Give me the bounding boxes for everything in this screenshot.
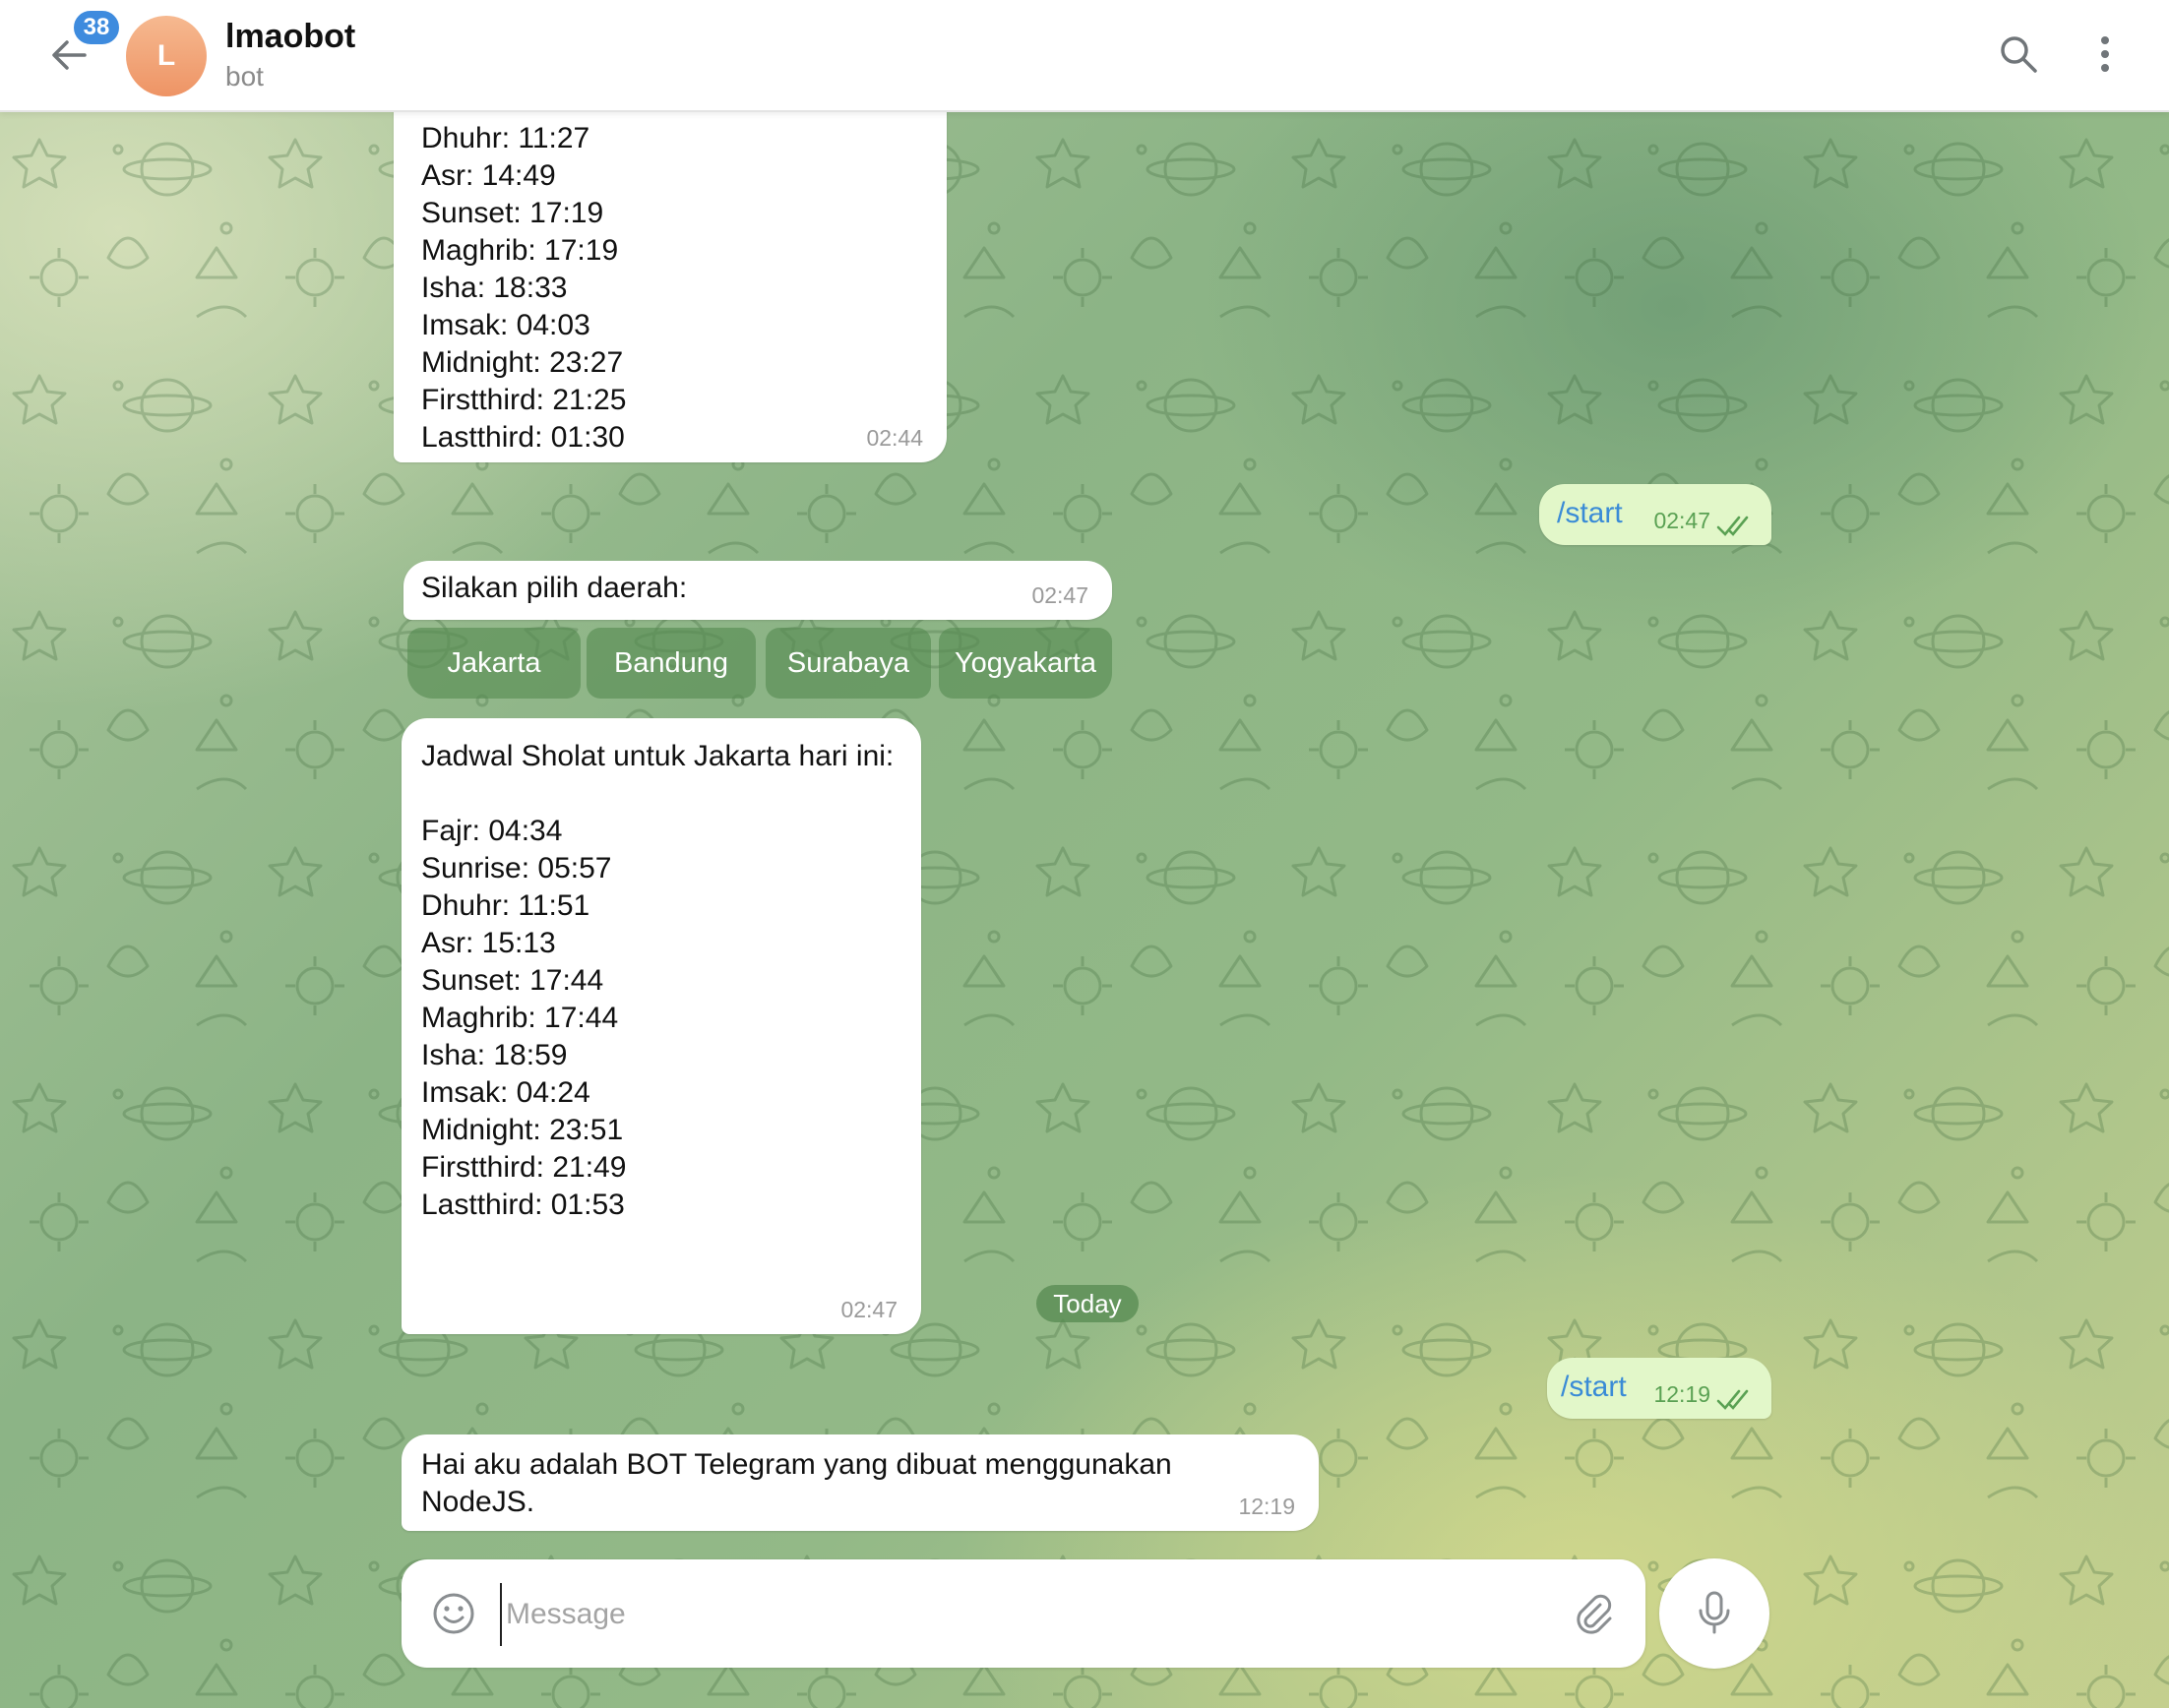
message-line: NodeJS. — [421, 1486, 535, 1518]
message-line: Lastthird: 01:30 — [421, 421, 625, 454]
message-bubble-incoming[interactable]: Hai aku adalah BOT Telegram yang dibuat … — [402, 1434, 1319, 1531]
message-text: Silakan pilih daerah: — [421, 572, 688, 604]
search-icon — [2001, 36, 2037, 73]
inline-button-surabaya[interactable]: Surabaya — [766, 628, 931, 699]
more-options-button[interactable] — [2080, 30, 2130, 79]
message-line: Lastthird: 01:53 — [421, 1189, 625, 1221]
double-check-icon — [1716, 516, 1749, 536]
message-line: Firstthird: 21:49 — [421, 1151, 627, 1184]
message-line: Dhuhr: 11:27 — [421, 122, 590, 154]
message-line: Fajr: 04:34 — [421, 815, 563, 847]
message-time: 02:44 — [866, 425, 923, 451]
message-line: Midnight: 23:27 — [421, 346, 624, 379]
double-check-icon — [1716, 1389, 1749, 1410]
inline-button-bandung[interactable]: Bandung — [587, 628, 756, 699]
chat-area[interactable]: Dhuhr: 11:27 Asr: 14:49 Sunset: 17:19 Ma… — [0, 110, 2169, 1708]
message-time: 12:19 — [1238, 1494, 1295, 1519]
chat-header: 38 L lmaobot bot — [0, 0, 2169, 112]
voice-message-button[interactable] — [1659, 1558, 1769, 1669]
inline-button-jakarta[interactable]: Jakarta — [407, 628, 581, 699]
message-line: Jadwal Sholat untuk Jakarta hari ini: — [421, 740, 895, 772]
message-line: Dhuhr: 11:51 — [421, 889, 590, 922]
search-button[interactable] — [1994, 30, 2043, 79]
smiley-icon — [433, 1593, 474, 1634]
message-input[interactable] — [500, 1583, 1531, 1646]
chat-title[interactable]: lmaobot — [225, 18, 355, 56]
emoji-button[interactable] — [429, 1589, 478, 1638]
message-line: Asr: 14:49 — [421, 159, 556, 192]
message-line: Maghrib: 17:19 — [421, 234, 619, 267]
message-line: Maghrib: 17:44 — [421, 1002, 619, 1034]
chat-subtitle: bot — [225, 61, 264, 92]
avatar[interactable]: L — [126, 16, 207, 96]
message-time: 02:47 — [1031, 582, 1088, 608]
message-line: Midnight: 23:51 — [421, 1114, 624, 1146]
attach-button[interactable] — [1569, 1589, 1618, 1638]
message-line: Sunset: 17:19 — [421, 197, 604, 229]
message-time: 02:47 — [840, 1297, 898, 1322]
message-line: Firstthird: 21:25 — [421, 384, 627, 416]
message-bubble-incoming[interactable]: Silakan pilih daerah: 02:47 — [403, 561, 1112, 620]
message-bubble-incoming[interactable]: Jadwal Sholat untuk Jakarta hari ini: Fa… — [402, 718, 921, 1334]
message-line: Isha: 18:59 — [421, 1039, 568, 1071]
date-separator: Today — [1036, 1285, 1139, 1322]
microphone-icon — [1699, 1591, 1730, 1634]
message-time: 02:47 — [1653, 508, 1710, 533]
message-bubble-outgoing[interactable]: /start 02:47 — [1539, 484, 1771, 545]
message-line: Hai aku adalah BOT Telegram yang dibuat … — [421, 1448, 1172, 1481]
message-time: 12:19 — [1653, 1381, 1710, 1407]
message-composer — [402, 1559, 1645, 1668]
message-bubble-incoming[interactable]: Dhuhr: 11:27 Asr: 14:49 Sunset: 17:19 Ma… — [394, 110, 947, 462]
message-line: Sunset: 17:44 — [421, 964, 604, 997]
message-line: Imsak: 04:24 — [421, 1076, 590, 1109]
message-bubble-outgoing[interactable]: /start 12:19 — [1547, 1358, 1771, 1419]
message-line: Asr: 15:13 — [421, 927, 556, 959]
unread-count-badge: 38 — [71, 8, 122, 47]
message-line: Imsak: 04:03 — [421, 309, 590, 341]
vertical-dots-icon — [2101, 36, 2109, 72]
inline-button-yogyakarta[interactable]: Yogyakarta — [939, 628, 1112, 699]
message-line: Sunrise: 05:57 — [421, 852, 612, 884]
paperclip-icon — [1577, 1594, 1612, 1634]
message-line: Isha: 18:33 — [421, 272, 568, 304]
message-line — [421, 775, 921, 813]
